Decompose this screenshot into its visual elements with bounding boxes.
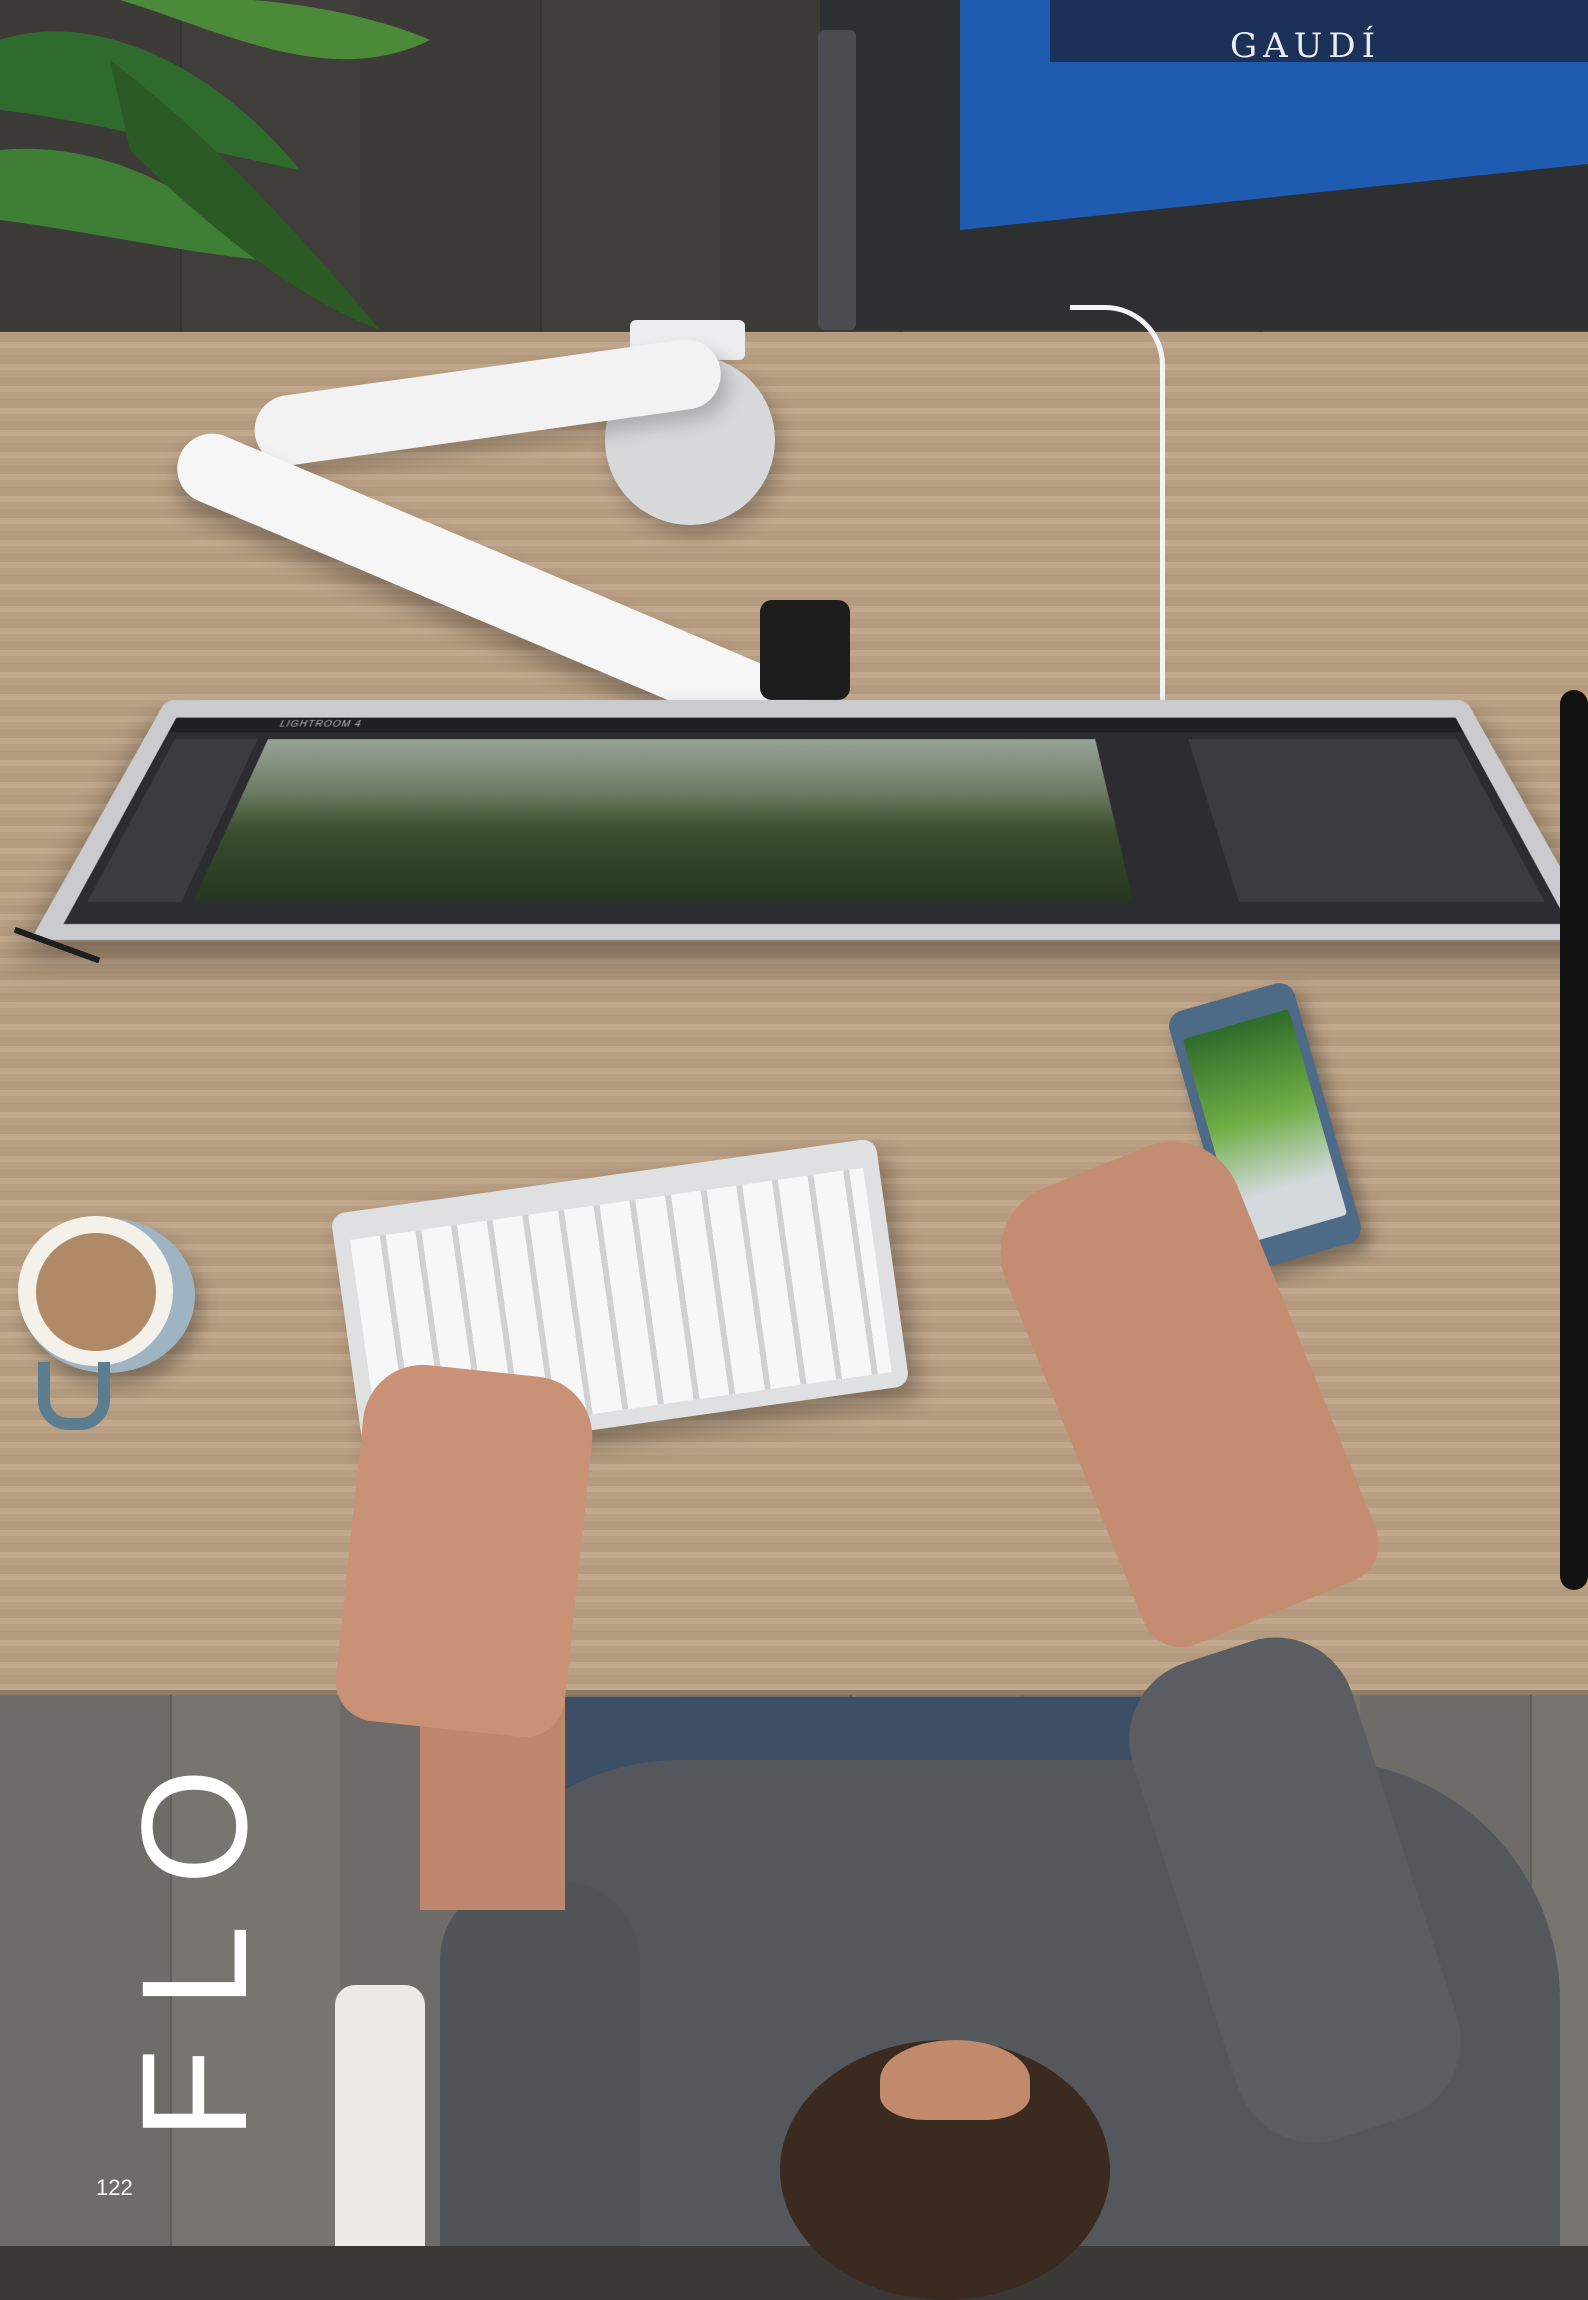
monitor-screen: LIGHTROOM 4 [63,717,1569,925]
screen-app-label: LIGHTROOM 4 [277,720,364,730]
book-cover-text: GAUDÍ [1230,26,1382,66]
hand-left [331,1358,599,1742]
page-title: FLO [110,1728,278,2140]
screen-top-bar: LIGHTROOM 4 [168,717,1464,733]
coffee [36,1233,156,1351]
plant-leaves [0,0,430,330]
monitor: LIGHTROOM 4 [30,700,1588,940]
page-number: 122 [96,2175,133,2200]
screen-side-panel [1188,739,1545,902]
cabinet-post [818,30,856,330]
face [880,2040,1030,2120]
sleeve-left [440,1880,640,2246]
headphones [1560,690,1588,1590]
photo-scene: GAUDÍ LIGHTROOM 4 FLO 122 [0,0,1588,2300]
chair-armrest-left [335,1985,425,2246]
cable [1070,305,1165,720]
monitor-arm-joint [760,600,850,700]
coffee-cup-handle [38,1362,110,1430]
page-title-wrapper: FLO [56,1590,278,2140]
screen-landscape-photo [193,739,1134,902]
